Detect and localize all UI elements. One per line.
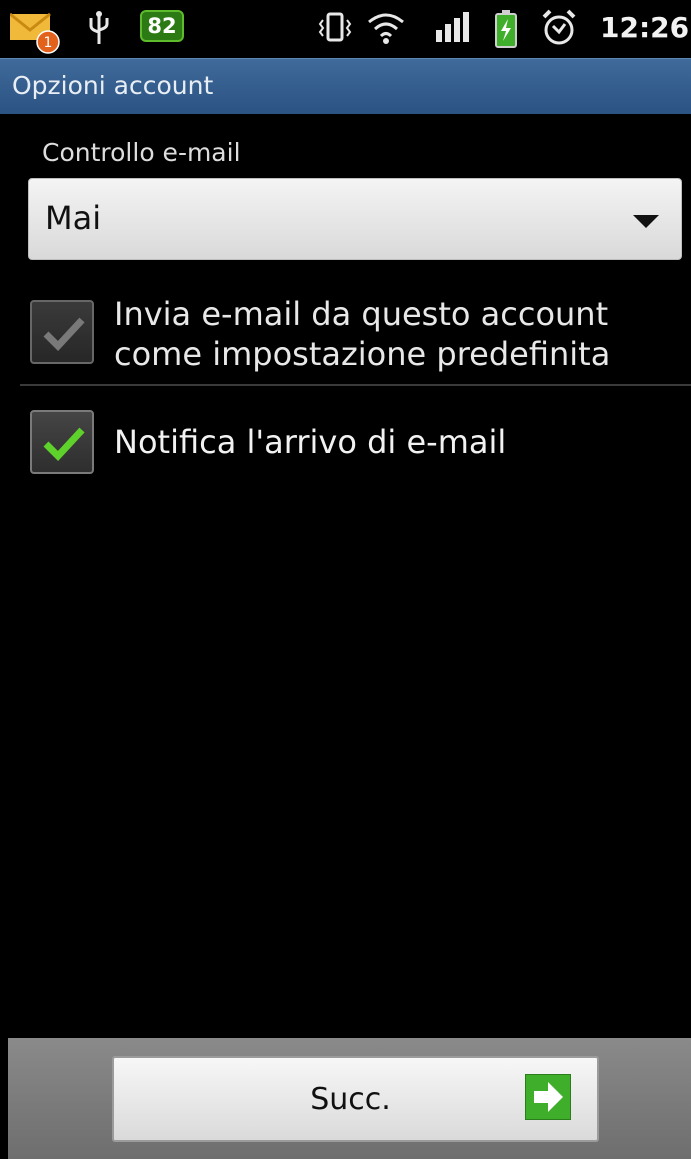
clock: 12:26 xyxy=(600,11,690,44)
email-check-dropdown[interactable]: Mai xyxy=(28,178,682,260)
mail-icon: 1 xyxy=(9,12,60,54)
signal-icon xyxy=(434,12,470,44)
default-account-option[interactable]: Invia e-mail da questo account come impo… xyxy=(0,294,691,384)
default-account-checkbox[interactable] xyxy=(30,300,94,364)
notify-email-option[interactable]: Notifica l'arrivo di e-mail xyxy=(0,408,691,478)
title-bar: Opzioni account xyxy=(0,58,691,114)
bottom-bar: Succ. xyxy=(8,1038,691,1159)
notify-email-label: Notifica l'arrivo di e-mail xyxy=(114,423,507,461)
checkmark-icon xyxy=(43,317,85,352)
notify-email-checkbox[interactable] xyxy=(30,410,94,474)
divider xyxy=(20,384,691,386)
alarm-icon xyxy=(540,8,578,48)
wifi-icon xyxy=(366,10,406,46)
battery-level-badge: 82 xyxy=(140,10,184,42)
default-account-label: Invia e-mail da questo account come impo… xyxy=(114,295,611,373)
status-bar: 1 82 12:26 xyxy=(0,0,691,58)
next-button[interactable]: Succ. xyxy=(112,1056,599,1142)
usb-icon xyxy=(88,10,110,46)
dropdown-arrow-icon xyxy=(633,215,659,228)
vibrate-icon xyxy=(318,10,352,46)
notification-count: 1 xyxy=(44,35,53,51)
page-title: Opzioni account xyxy=(12,71,214,100)
email-check-selected-value: Mai xyxy=(45,199,102,237)
arrow-right-icon xyxy=(525,1074,571,1120)
email-check-label: Controllo e-mail xyxy=(42,138,241,167)
battery-charging-icon xyxy=(495,10,517,48)
checkmark-icon xyxy=(43,427,85,462)
